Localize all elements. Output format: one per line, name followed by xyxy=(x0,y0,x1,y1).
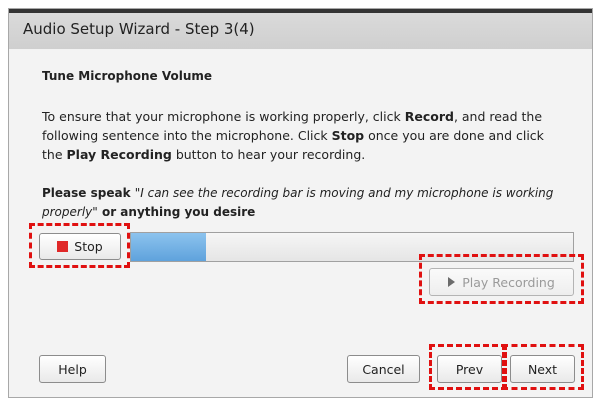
stop-keyword: Stop xyxy=(331,128,365,143)
help-button[interactable]: Help xyxy=(39,355,106,383)
cancel-button-label: Cancel xyxy=(362,361,405,377)
stop-button-label: Stop xyxy=(74,239,103,254)
prev-button[interactable]: Prev xyxy=(437,355,502,383)
help-button-label: Help xyxy=(58,361,87,377)
stop-icon xyxy=(57,241,69,252)
prev-button-label: Prev xyxy=(455,361,484,377)
play-recording-button[interactable]: Play Recording xyxy=(429,268,574,296)
stop-button[interactable]: Stop xyxy=(39,233,121,260)
play-recording-keyword: Play Recording xyxy=(66,147,172,162)
next-button[interactable]: Next xyxy=(510,355,575,383)
dialog-title: Audio Setup Wizard - Step 3(4) xyxy=(23,20,255,38)
cancel-button[interactable]: Cancel xyxy=(347,355,420,383)
title-bar: Audio Setup Wizard - Step 3(4) xyxy=(9,9,592,49)
play-icon xyxy=(448,277,456,287)
play-recording-label: Play Recording xyxy=(462,274,555,290)
recording-level-fill xyxy=(131,233,207,261)
next-button-label: Next xyxy=(527,361,558,377)
record-keyword: Record xyxy=(404,109,454,124)
audio-setup-wizard-dialog: Audio Setup Wizard - Step 3(4) Tune Micr… xyxy=(8,8,593,398)
speak-prompt: Please speak "I can see the recording ba… xyxy=(42,186,554,219)
instruction-text: To ensure that your microphone is workin… xyxy=(42,109,544,162)
step-heading: Tune Microphone Volume xyxy=(42,69,213,83)
recording-level-bar xyxy=(130,232,574,262)
